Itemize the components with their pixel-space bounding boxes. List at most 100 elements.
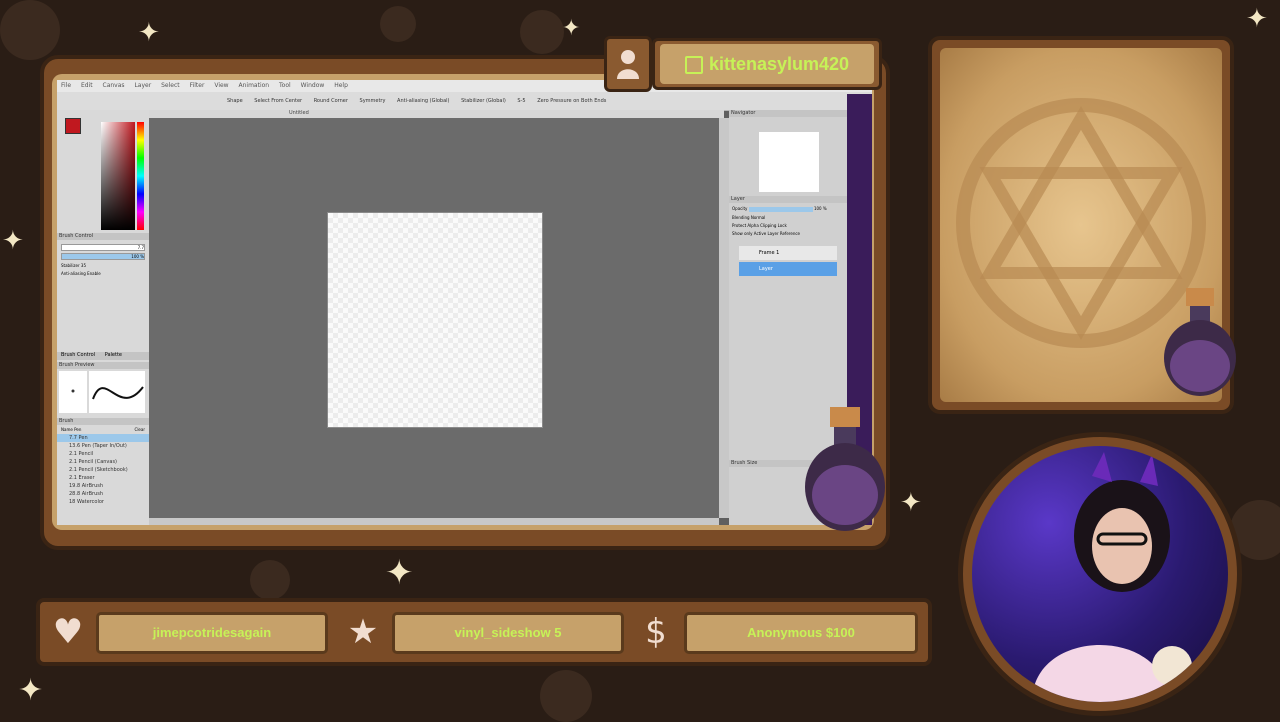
reference-checkbox[interactable]: Reference (780, 231, 800, 236)
list-item[interactable]: 2.1 Pencil (57, 450, 149, 458)
background-dot (250, 560, 290, 600)
channel-name: kittenasylum420 (660, 44, 874, 84)
latest-follower: jimepcotridesagain (96, 612, 328, 654)
symmetry-checkbox[interactable]: Symmetry (360, 98, 386, 104)
menu-tool[interactable]: Tool (279, 82, 291, 89)
round-corner-checkbox[interactable]: Round Corner (314, 98, 348, 104)
menu-help[interactable]: Help (334, 82, 348, 89)
menu-filter[interactable]: Filter (190, 82, 205, 89)
blending-label: Blending (732, 214, 750, 220)
layer-options-row: Protect Alpha Clipping Lock (732, 223, 844, 228)
document-tab[interactable]: Untitled (149, 110, 724, 118)
blending-row[interactable]: Blending Normal (732, 215, 844, 220)
webcam-feed (972, 446, 1228, 702)
toolbar: Shape Select From Center Round Corner Sy… (57, 92, 872, 111)
tab-palette[interactable]: Palette (101, 352, 126, 358)
brush-preview-panel: Brush Preview (57, 362, 149, 418)
latest-subscriber: vinyl_sideshow 5 (392, 612, 624, 654)
menu-select[interactable]: Select (161, 82, 180, 89)
list-item[interactable]: 18 Watercolor (57, 498, 149, 506)
list-item[interactable]: 28.8 AirBrush (57, 490, 149, 498)
latest-donation: Anonymous $100 (684, 612, 918, 654)
list-item[interactable]: 2.1 Pencil (Canvas) (57, 458, 149, 466)
brush-title: Brush (57, 418, 149, 425)
twitch-icon (684, 56, 703, 75)
anti-aliasing-checkbox[interactable]: Anti-aliasing (Global) (397, 98, 449, 104)
tab-brush-control[interactable]: Brush Control (57, 352, 99, 358)
stabilizer-row[interactable]: Stabilizer 35 (61, 263, 145, 268)
menu-view[interactable]: View (214, 82, 228, 89)
opacity-row[interactable]: Opacity 100 % (732, 206, 844, 212)
list-item[interactable]: 19.8 AirBrush (57, 482, 149, 490)
background-dot (540, 670, 592, 722)
list-item[interactable]: 2.1 Pencil (Sketchbook) (57, 466, 149, 474)
protect-alpha-checkbox[interactable]: Protect Alpha (732, 223, 759, 228)
density-value: 100 % (131, 254, 144, 259)
layer-panel: Layer Opacity 100 % Blending Normal Prot… (729, 196, 847, 239)
anti-aliasing-value: Enable (87, 271, 101, 276)
background-dot (380, 6, 416, 42)
stabilizer-label: Stabilizer (Global) (461, 98, 506, 104)
shape-checkbox[interactable]: Shape (227, 98, 243, 104)
anti-aliasing-label: Anti-aliasing (61, 271, 86, 276)
size-value: 7.7 (137, 245, 144, 250)
anti-aliasing-row[interactable]: Anti-aliasing Enable (61, 271, 145, 276)
background-dot (0, 0, 60, 60)
sparkle-icon: ✦ (562, 16, 581, 41)
show-only-active-checkbox[interactable]: Show only Active Layer (732, 231, 779, 236)
list-item[interactable]: 2.1 Eraser (57, 474, 149, 482)
clipping-checkbox[interactable]: Clipping (760, 223, 776, 228)
navigator-thumbnail[interactable] (759, 132, 819, 192)
sparkle-icon: ✦ (1246, 4, 1268, 34)
opacity-value: 100 % (813, 206, 827, 211)
density-slider[interactable]: 100 % (61, 253, 145, 260)
star-icon: ★ (347, 612, 379, 652)
color-picker-square[interactable] (101, 122, 135, 230)
streamer-silhouette (1032, 452, 1192, 702)
size-slider[interactable]: 7.7 (61, 244, 145, 251)
horizontal-scrollbar[interactable] (149, 518, 719, 525)
sparkle-icon: ✦ (18, 673, 44, 708)
brush-name-row: Name Pen Clear (61, 427, 145, 432)
sparkle-icon: ✦ (138, 18, 160, 48)
stabilizer-select[interactable]: S-5 (517, 98, 525, 104)
menu-animation[interactable]: Animation (239, 82, 270, 89)
select-from-center-checkbox[interactable]: Select From Center (254, 98, 302, 104)
lock-checkbox[interactable]: Lock (778, 223, 787, 228)
paint-tool-sai-window: File Edit Canvas Layer Select Filter Vie… (57, 80, 872, 525)
menu-canvas[interactable]: Canvas (103, 82, 125, 89)
dollar-icon: $ (645, 612, 667, 652)
menu-edit[interactable]: Edit (81, 82, 93, 89)
layer-title: Layer (729, 196, 847, 203)
menu-window[interactable]: Window (301, 82, 325, 89)
menu-file[interactable]: File (61, 82, 71, 89)
brush-stroke-preview (59, 371, 145, 413)
opacity-label: Opacity (732, 206, 748, 211)
brush-control-panel: Brush Control 7.7 100 % Stabilizer 35 An… (57, 233, 149, 279)
clear-button[interactable]: Clear (135, 427, 145, 432)
zero-pressure-checkbox[interactable]: Zero Pressure on Both Ends (537, 98, 606, 104)
stabilizer-label: Stabilizer (61, 263, 80, 268)
list-item[interactable]: 13.6 Pen (Taper In/Out) (57, 442, 149, 450)
navigator-title: Navigator (729, 110, 847, 117)
primary-color-swatch[interactable] (65, 118, 81, 134)
panel-tabs: Brush Control Palette (57, 352, 149, 360)
sparkle-icon: ✦ (900, 488, 922, 518)
brush-name-label: Name (61, 427, 73, 432)
brush-list-panel: Brush Name Pen Clear 7.7 Pen 13.6 Pen (T… (57, 418, 149, 506)
list-item[interactable]: 7.7 Pen (57, 434, 149, 442)
brush-name-value: Pen (74, 427, 82, 432)
hue-slider[interactable] (137, 122, 144, 230)
drawing-canvas[interactable] (327, 212, 543, 428)
vertical-scrollbar[interactable] (719, 118, 729, 518)
left-panel: Brush Control 7.7 100 % Stabilizer 35 An… (57, 110, 150, 525)
menu-layer[interactable]: Layer (134, 82, 151, 89)
sparkle-icon: ✦ (2, 226, 24, 256)
brush-list: 7.7 Pen 13.6 Pen (Taper In/Out) 2.1 Penc… (57, 434, 149, 506)
potion-bottle-icon (1160, 280, 1240, 400)
blending-value: Normal (750, 214, 766, 220)
layer-row-frame[interactable]: Frame 1 (739, 246, 837, 260)
opacity-slider[interactable] (748, 206, 813, 212)
potion-bottle-icon (800, 395, 890, 540)
layer-row-active[interactable]: Layer (739, 262, 837, 276)
